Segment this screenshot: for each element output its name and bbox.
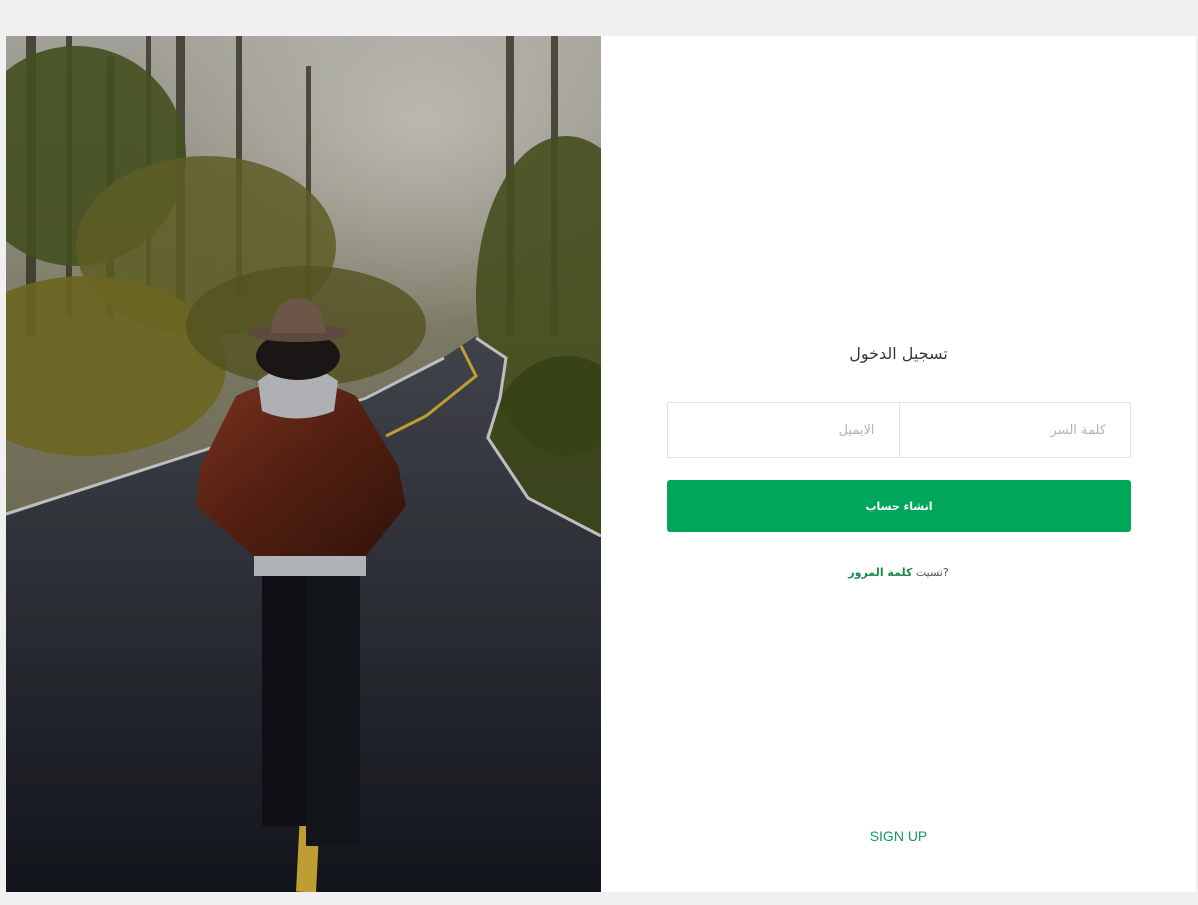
hero-image: [6, 36, 601, 892]
forgot-password-link[interactable]: كلمة المرور: [848, 566, 912, 579]
forgot-password-prefix: ?نسيت: [915, 566, 949, 579]
signup-link[interactable]: SIGN UP: [601, 828, 1196, 844]
password-field[interactable]: [898, 403, 1130, 457]
page-title: تسجيل الدخول: [849, 344, 948, 363]
email-field[interactable]: [668, 403, 899, 457]
forgot-password: ?نسيت كلمة المرور: [601, 566, 1196, 579]
login-card: تسجيل الدخول انشاء حساب ?نسيت كلمة المرو…: [6, 36, 1196, 892]
create-account-button[interactable]: انشاء حساب: [667, 480, 1131, 532]
forest-road-photo: [6, 36, 601, 892]
credentials-row: [667, 402, 1131, 458]
login-panel: تسجيل الدخول انشاء حساب ?نسيت كلمة المرو…: [601, 36, 1196, 892]
